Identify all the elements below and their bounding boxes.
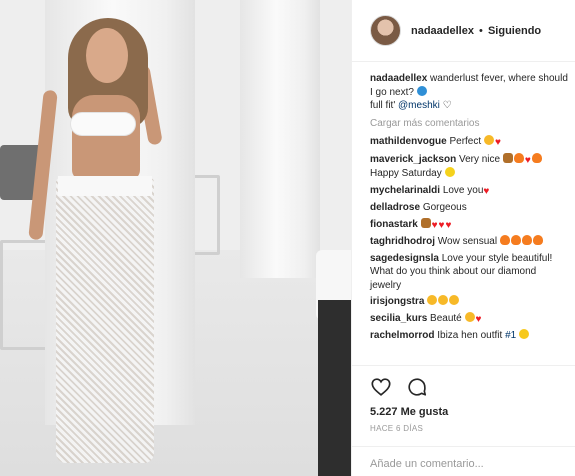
star-eyes-emoji-icon bbox=[464, 311, 475, 322]
photo-model-pants bbox=[56, 178, 154, 463]
comment-item: irisjongstra bbox=[370, 295, 570, 309]
follow-status-button[interactable]: Siguiendo bbox=[488, 25, 541, 37]
globe-icon bbox=[416, 85, 427, 96]
heart-emoji-icon: ♥ bbox=[483, 185, 490, 197]
post-header: nadaadellex • Siguiendo bbox=[352, 0, 575, 62]
thumbs-up-emoji-icon bbox=[502, 152, 513, 163]
comment-text: Beauté bbox=[430, 312, 462, 324]
photo-dark-chair bbox=[318, 300, 351, 476]
caption-heart: ♡ bbox=[442, 100, 452, 111]
comment-username[interactable]: rachelmorrod bbox=[370, 330, 434, 341]
header-username[interactable]: nadaadellex bbox=[411, 25, 474, 37]
photo-model-torso bbox=[72, 95, 140, 180]
caption-mention-link[interactable]: @meshki bbox=[398, 100, 440, 111]
load-more-comments-link[interactable]: Cargar más comentarios bbox=[370, 117, 570, 131]
star-eyes-emoji-icon bbox=[483, 135, 494, 145]
heart-emoji-icon: ♥ bbox=[524, 154, 531, 166]
star-eyes-emoji-icon bbox=[449, 295, 460, 305]
header-separator: • bbox=[479, 24, 483, 37]
sun-emoji-icon bbox=[444, 167, 455, 177]
comments-list: nadaadellex wanderlust fever, where shou… bbox=[370, 72, 570, 346]
post-photo[interactable] bbox=[0, 0, 351, 476]
comment-username[interactable]: irisjongstra bbox=[370, 296, 424, 307]
comment-item: mychelarinaldi Love you♥ bbox=[370, 184, 570, 199]
comment-text-line2: Happy Saturday bbox=[370, 168, 442, 179]
comment-item: maverick_jackson Very nice ♥ Happy Satur… bbox=[370, 152, 570, 181]
raised-hands-emoji-icon bbox=[420, 217, 431, 228]
fire-emoji-icon bbox=[521, 235, 532, 245]
photo-model-top bbox=[70, 112, 136, 136]
caption-username[interactable]: nadaadellex bbox=[370, 73, 427, 84]
comment-item: secilia_kurs Beauté ♥ bbox=[370, 311, 570, 327]
photo-model-face bbox=[86, 28, 128, 83]
comment-item: mathildenvogue Perfect ♥ bbox=[370, 135, 570, 150]
fire-emoji-icon bbox=[531, 152, 542, 163]
comment-text: Wow sensual bbox=[437, 236, 498, 247]
fire-emoji-icon bbox=[499, 235, 510, 245]
fire-emoji-icon bbox=[532, 235, 543, 245]
photo-column bbox=[240, 0, 320, 278]
comment-username[interactable]: mathildenvogue bbox=[370, 136, 447, 147]
add-comment-box bbox=[352, 446, 575, 476]
avatar[interactable] bbox=[370, 15, 401, 46]
comment-text: Ibiza hen outfit bbox=[437, 330, 503, 341]
comment-text: Very nice bbox=[458, 153, 501, 165]
star-eyes-emoji-icon bbox=[438, 295, 449, 305]
post-header-text: nadaadellex • Siguiendo bbox=[411, 25, 541, 37]
heart-emoji-icon: ♥ bbox=[438, 219, 445, 231]
comment-text: Gorgeous bbox=[422, 202, 467, 213]
likes-count[interactable]: 5.227 Me gusta bbox=[370, 406, 448, 418]
comment-item: rachelmorrod Ibiza hen outfit #1 bbox=[370, 329, 570, 343]
comment-username[interactable]: secilia_kurs bbox=[370, 313, 427, 324]
heart-emoji-icon: ♥ bbox=[445, 219, 452, 231]
hashtag-link[interactable]: #1 bbox=[505, 330, 516, 341]
caption: nadaadellex wanderlust fever, where shou… bbox=[370, 72, 570, 113]
post-side-panel: nadaadellex • Siguiendo nadaadellex wand… bbox=[351, 0, 575, 476]
caption-line2-prefix: full fit' bbox=[370, 100, 396, 111]
photo-chair bbox=[0, 240, 48, 350]
fire-emoji-icon bbox=[513, 152, 524, 163]
grinning-emoji-icon bbox=[518, 329, 529, 339]
comment-text: Perfect bbox=[449, 136, 482, 147]
post-timestamp[interactable]: HACE 6 DÍAS bbox=[370, 424, 423, 433]
heart-emoji-icon: ♥ bbox=[475, 313, 482, 325]
comment-input[interactable] bbox=[370, 458, 550, 470]
comment-username[interactable]: sagedesignsla bbox=[370, 253, 439, 264]
comment-username[interactable]: taghridhodroj bbox=[370, 236, 435, 247]
star-eyes-emoji-icon bbox=[427, 295, 438, 305]
action-icons bbox=[370, 376, 428, 398]
post-actions: 5.227 Me gusta HACE 6 DÍAS bbox=[352, 365, 575, 476]
heart-emoji-icon: ♥ bbox=[431, 219, 438, 231]
heart-emoji-icon: ♥ bbox=[494, 137, 501, 148]
comment-text: Love you bbox=[442, 184, 484, 196]
comment-username[interactable]: maverick_jackson bbox=[370, 154, 456, 165]
heart-outline-icon[interactable] bbox=[370, 376, 392, 398]
comment-username[interactable]: fionastark bbox=[370, 219, 418, 230]
fire-emoji-icon bbox=[510, 235, 521, 245]
comment-item: fionastark ♥♥♥ bbox=[370, 217, 570, 233]
comment-username[interactable]: mychelarinaldi bbox=[370, 185, 440, 196]
photo-model-waistband bbox=[58, 176, 152, 196]
comment-username[interactable]: delladrose bbox=[370, 202, 420, 213]
comment-item: taghridhodroj Wow sensual bbox=[370, 235, 570, 249]
comment-bubble-icon[interactable] bbox=[406, 376, 428, 398]
comment-item: delladrose Gorgeous bbox=[370, 201, 570, 215]
comment-item: sagedesignsla Love your style beautiful!… bbox=[370, 252, 570, 293]
